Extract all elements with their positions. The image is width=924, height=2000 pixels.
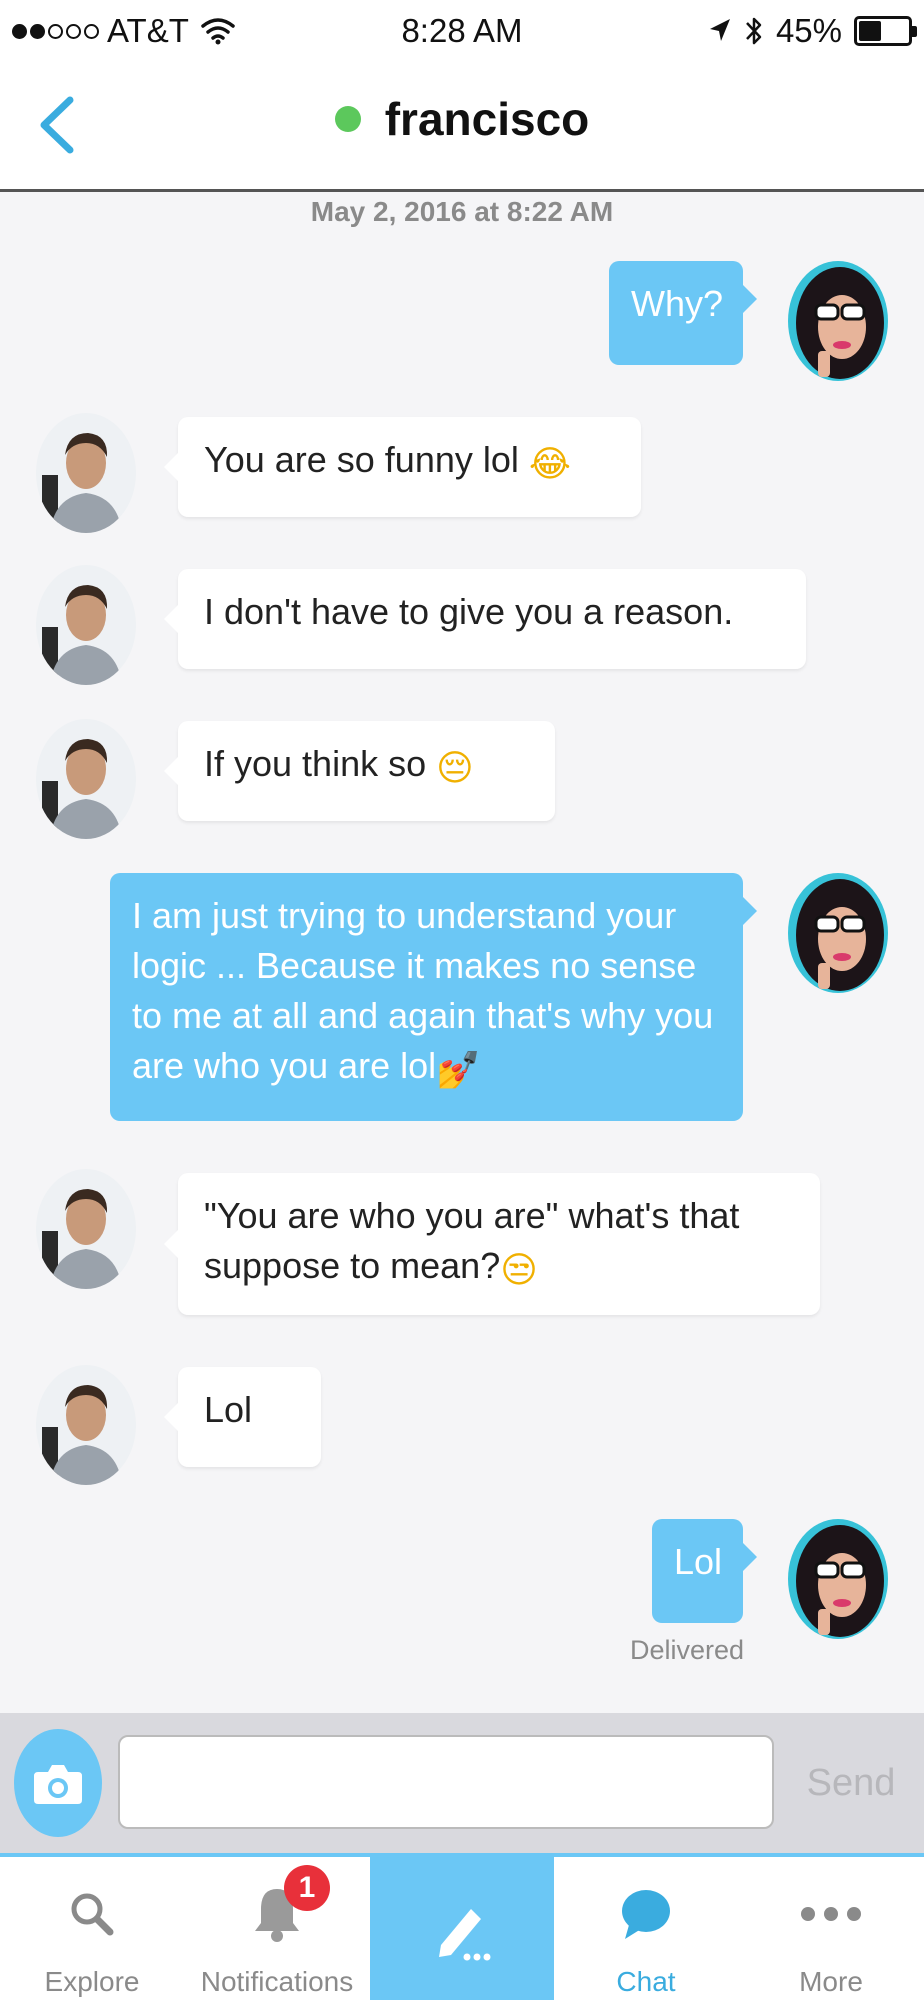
status-right: 45% <box>708 12 917 50</box>
outgoing-message-bubble[interactable]: Why? <box>609 261 757 365</box>
message-composer: Send <box>0 1713 924 1853</box>
delivered-status: Delivered <box>630 1635 745 1665</box>
contact-avatar-image <box>36 565 136 685</box>
send-button[interactable]: Send <box>790 1753 912 1813</box>
tab-label: Explore <box>44 1966 140 1997</box>
message-input[interactable] <box>118 1735 774 1829</box>
message-text: If you think so <box>204 743 427 784</box>
compose-pencil-icon <box>439 1909 491 1961</box>
location-arrow-icon <box>709 19 730 41</box>
my-avatar-image <box>788 261 888 381</box>
contact-avatar[interactable] <box>36 1169 136 1289</box>
contact-avatar[interactable] <box>36 719 136 839</box>
my-avatar-image <box>788 873 888 993</box>
battery-icon <box>854 16 917 46</box>
incoming-message-bubble[interactable]: I don't have to give you a reason. <box>164 569 806 669</box>
tab-compose[interactable] <box>370 1857 554 2000</box>
more-dots-icon <box>801 1907 861 1921</box>
battery-percent: 45% <box>775 12 842 49</box>
tab-label: More <box>799 1966 863 1997</box>
outgoing-message-bubble[interactable]: I am just trying to understand your logi… <box>110 873 757 1121</box>
contact-avatar[interactable] <box>36 565 136 685</box>
incoming-message-bubble[interactable]: You are so funny lol 😂 <box>164 417 641 517</box>
contact-avatar[interactable] <box>36 413 136 533</box>
contact-avatar-image <box>36 1169 136 1289</box>
chat-header: francisco <box>0 62 924 192</box>
unamused-face-emoji-icon: 😒 <box>500 1250 538 1291</box>
contact-avatar-image <box>36 413 136 533</box>
message-text: "You are who you are" what's that suppos… <box>204 1195 740 1286</box>
tears-of-joy-emoji-icon: 😂 <box>528 444 571 485</box>
message-text: Lol <box>674 1541 723 1582</box>
nail-polish-emoji-icon: 💅 <box>436 1050 481 1091</box>
my-avatar[interactable] <box>788 1519 888 1639</box>
tab-label: Chat <box>616 1966 676 1997</box>
notification-badge: 1 <box>284 1865 330 1911</box>
contact-avatar-image <box>36 1365 136 1485</box>
search-icon <box>71 1893 114 1936</box>
tab-explore[interactable]: Explore <box>0 1857 184 2000</box>
my-avatar[interactable] <box>788 261 888 381</box>
my-avatar-image <box>788 1519 888 1639</box>
message-text: Lol <box>204 1389 253 1430</box>
tab-chat[interactable]: Chat <box>554 1857 738 2000</box>
camera-icon <box>34 1765 82 1804</box>
battery-fill <box>859 21 881 41</box>
chat-thread[interactable]: May 2, 2016 at 8:22 AM Why? You are so f… <box>0 195 924 1713</box>
contact-name: francisco <box>384 93 590 145</box>
message-text: You are so funny lol <box>204 439 519 480</box>
contact-avatar[interactable] <box>36 1365 136 1485</box>
incoming-message-bubble[interactable]: Lol <box>164 1367 321 1467</box>
tab-notifications[interactable]: 1 Notifications <box>184 1857 370 2000</box>
chat-bubble-icon <box>622 1890 670 1939</box>
online-status-dot <box>334 106 361 132</box>
contact-title[interactable]: francisco <box>0 92 924 146</box>
tab-bar: Explore 1 Notifications Chat More <box>0 1853 924 2000</box>
status-bar: AT&T 8:28 AM 45% <box>0 0 924 62</box>
contact-avatar-image <box>36 719 136 839</box>
message-text: Why? <box>631 283 724 324</box>
pensive-face-emoji-icon: 😔 <box>436 748 474 789</box>
incoming-message-bubble[interactable]: If you think so 😔 <box>164 721 555 821</box>
message-text: I don't have to give you a reason. <box>204 591 734 632</box>
camera-button[interactable] <box>14 1729 102 1837</box>
bluetooth-icon <box>746 17 762 45</box>
message-timestamp: May 2, 2016 at 8:22 AM <box>310 196 614 227</box>
message-text: I am just trying to understand your logi… <box>132 895 714 1086</box>
outgoing-message-bubble[interactable]: Lol <box>652 1519 757 1623</box>
tab-more[interactable]: More <box>738 1857 924 2000</box>
incoming-message-bubble[interactable]: "You are who you are" what's that suppos… <box>164 1173 820 1315</box>
tab-label: Notifications <box>200 1966 354 1997</box>
my-avatar[interactable] <box>788 873 888 993</box>
